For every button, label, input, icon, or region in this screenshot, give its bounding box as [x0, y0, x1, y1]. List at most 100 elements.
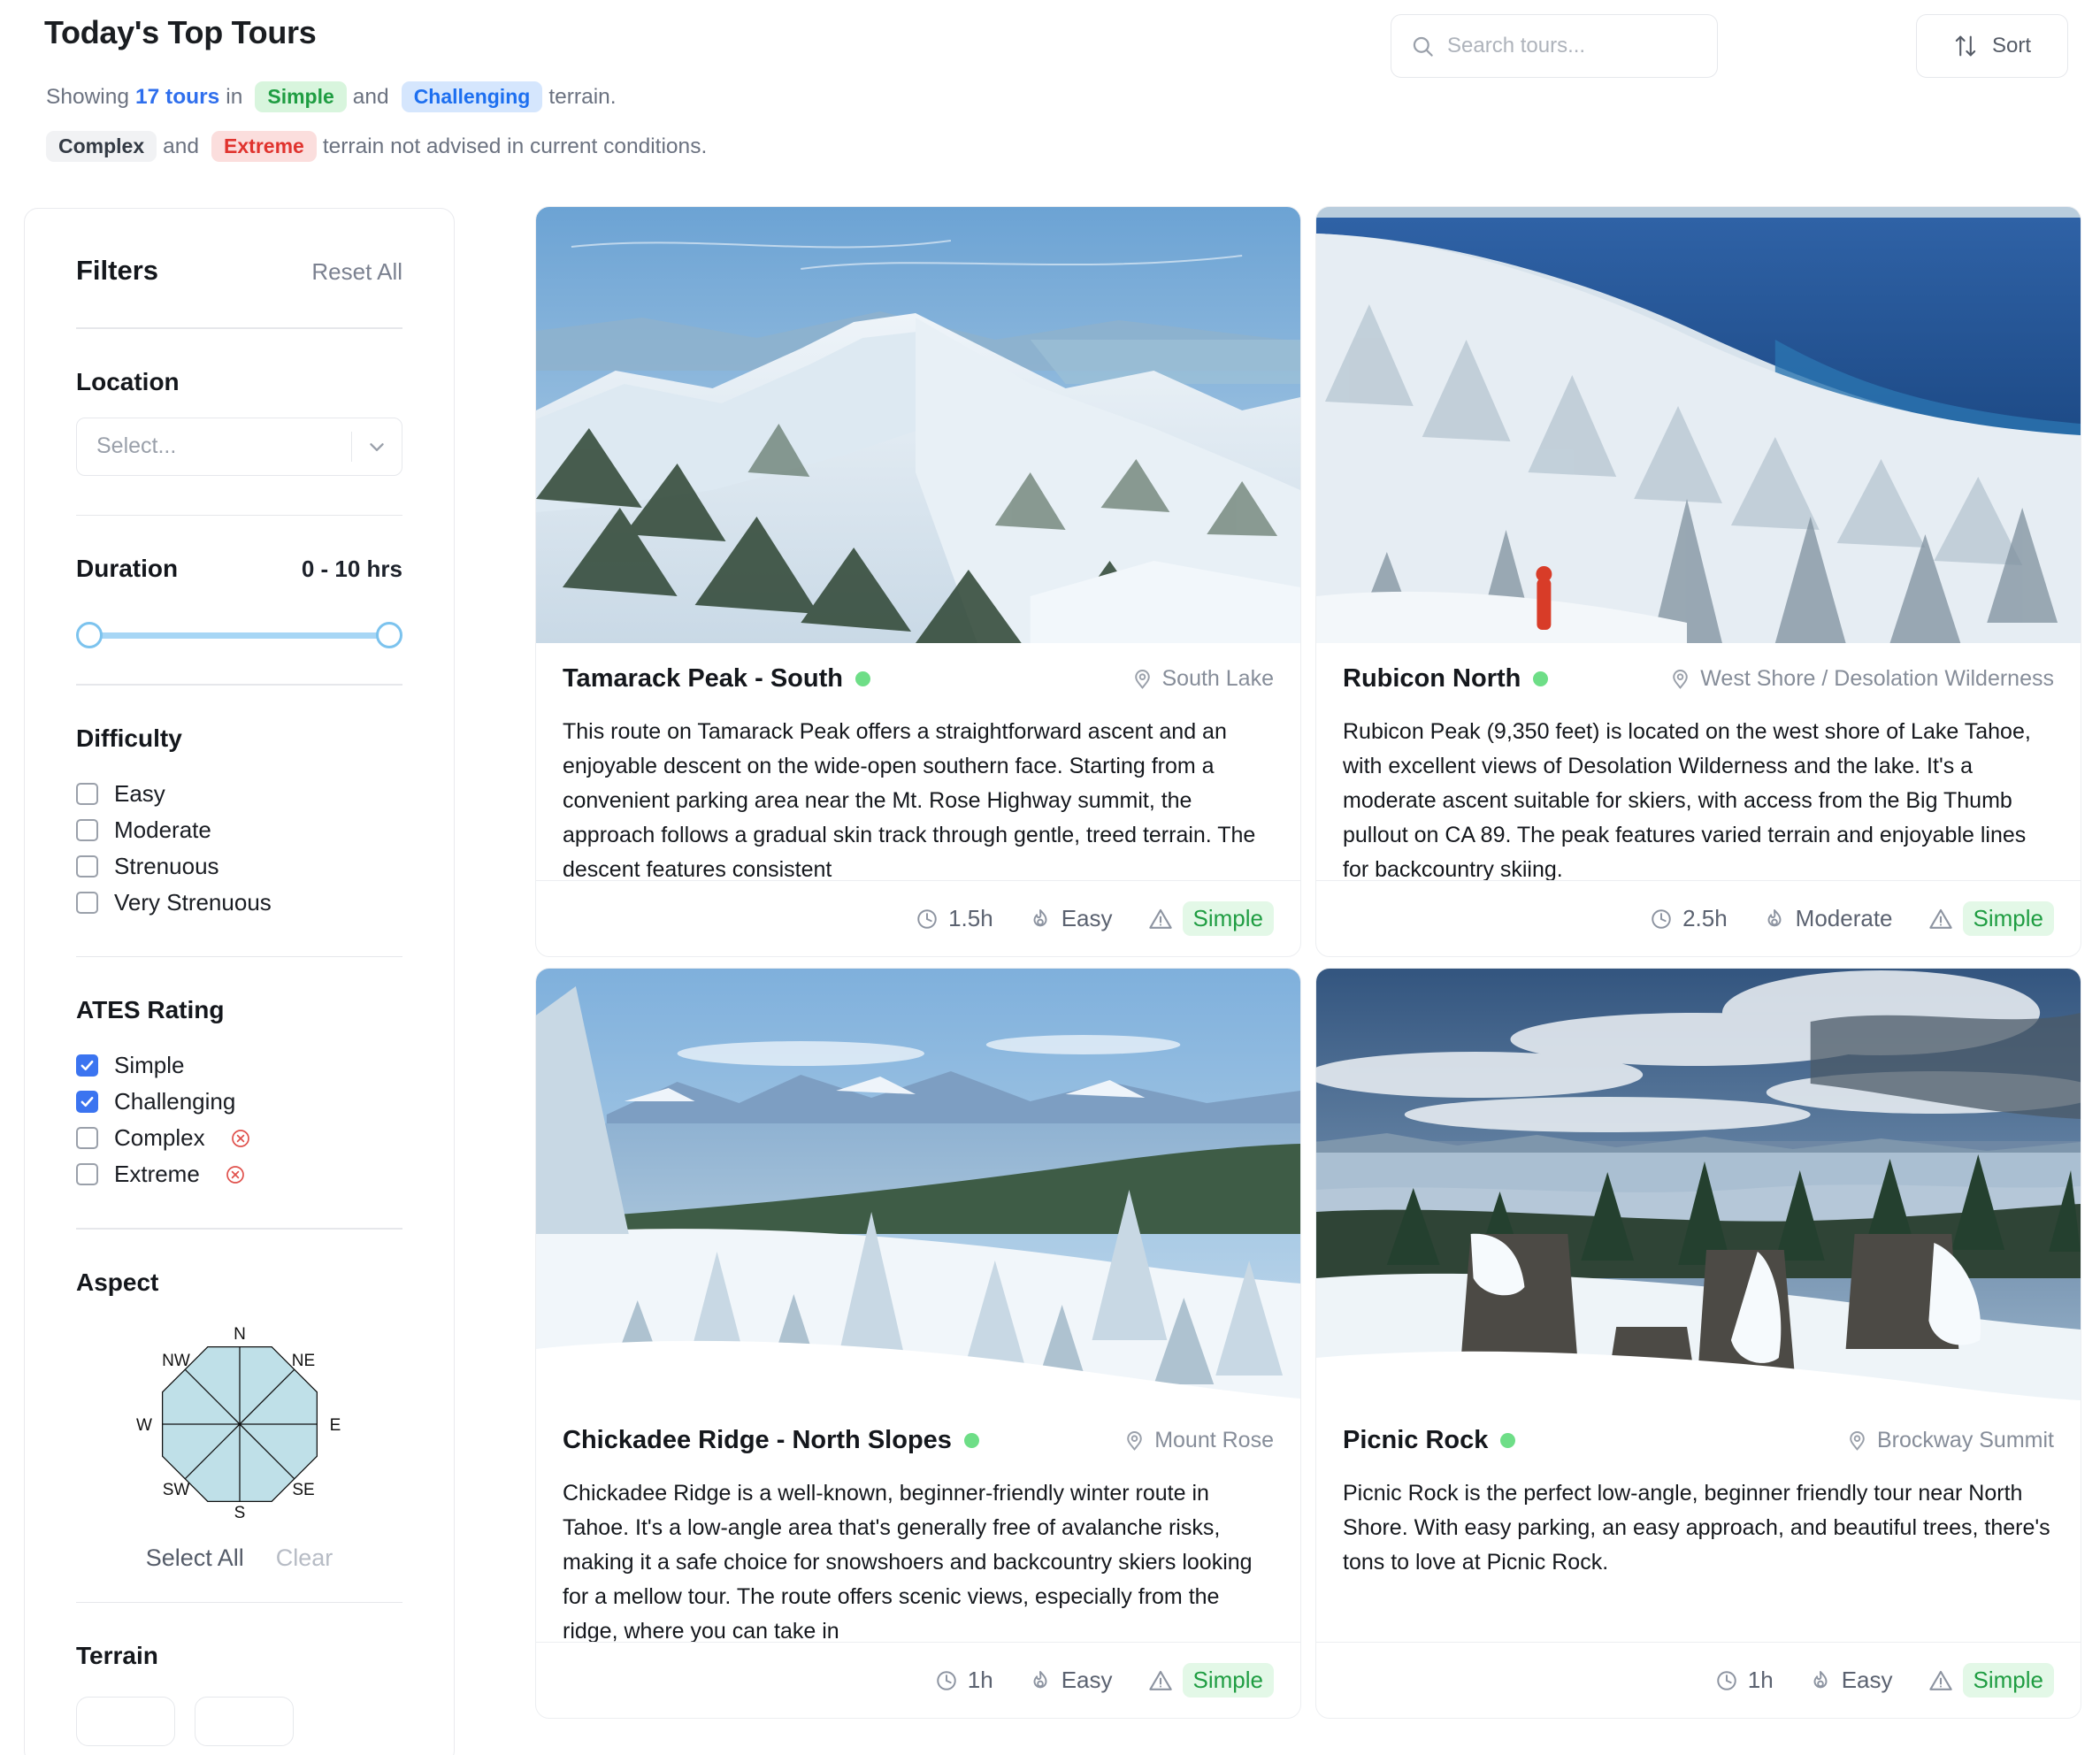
status-dot: [1500, 1433, 1516, 1448]
clock-icon: [916, 908, 939, 931]
results-summary-line-1: Showing 17 tours in Simple and Challengi…: [46, 81, 623, 112]
tour-location: South Lake: [1131, 666, 1274, 692]
tour-ates-chip: Simple: [1962, 1663, 2054, 1698]
tour-card-body: Rubicon North West Shore / Desolation Wi…: [1316, 643, 2081, 880]
difficulty-option-very-strenuous[interactable]: Very Strenuous: [76, 885, 402, 921]
tour-count: 17 tours: [134, 84, 220, 109]
tour-difficulty: Moderate: [1763, 905, 1893, 932]
tour-duration: 1h: [1715, 1667, 1774, 1694]
difficulty-option-moderate[interactable]: Moderate: [76, 812, 402, 848]
snowy-rock-outcrop-lake-photo: [1316, 969, 2081, 1405]
tour-card-footer: 2.5h Moderate Simple: [1316, 880, 2081, 956]
tour-description: Chickadee Ridge is a well-known, beginne…: [563, 1481, 1253, 1642]
compass-label-ne: NE: [291, 1352, 314, 1370]
terrain-pill-2[interactable]: [195, 1697, 294, 1746]
clock-icon: [935, 1669, 958, 1692]
slider-handle-min[interactable]: [76, 622, 103, 648]
terrain-pill-1[interactable]: [76, 1697, 175, 1746]
tour-location-text: Mount Rose: [1154, 1428, 1274, 1452]
not-advised-icon: [225, 1164, 246, 1185]
tour-card[interactable]: Chickadee Ridge - North Slopes Mount Ros…: [535, 968, 1301, 1719]
aspect-select-all-button[interactable]: Select All: [146, 1544, 244, 1572]
tour-card[interactable]: Tamarack Peak - South South Lake This ro…: [535, 206, 1301, 957]
flame-icon: [1809, 1669, 1832, 1692]
reset-all-button[interactable]: Reset All: [311, 258, 402, 286]
tour-card-footer: 1h Easy Simple: [1316, 1642, 2081, 1718]
chevron-down-icon[interactable]: [352, 435, 402, 458]
checkbox[interactable]: [76, 782, 98, 805]
tour-difficulty-text: Moderate: [1795, 905, 1893, 931]
tour-ates-chip: Simple: [1182, 901, 1274, 936]
duration-value: 0 - 10 hrs: [301, 556, 402, 582]
difficulty-option-easy[interactable]: Easy: [76, 776, 402, 812]
warning-triangle-icon: [1928, 1668, 1953, 1693]
search-input[interactable]: Search tours...: [1391, 14, 1718, 78]
tour-card-body: Chickadee Ridge - North Slopes Mount Ros…: [536, 1405, 1300, 1642]
filter-section-ates: ATES Rating Simple Challenging Complex E…: [76, 957, 402, 1192]
tag-complex: Complex: [46, 131, 157, 162]
tour-difficulty: Easy: [1029, 1667, 1113, 1694]
terrain-heading: Terrain: [76, 1642, 158, 1669]
filter-section-difficulty: Difficulty Easy Moderate Strenuous Very …: [76, 686, 402, 921]
tour-ates: Simple: [1148, 1663, 1274, 1698]
slider-track[interactable]: [83, 632, 395, 639]
compass-label-n: N: [234, 1325, 246, 1344]
location-select-value: Select...: [96, 433, 177, 458]
ates-option-challenging[interactable]: Challenging: [76, 1084, 402, 1120]
filter-section-duration: Duration 0 - 10 hrs: [76, 516, 402, 648]
tour-difficulty: Easy: [1809, 1667, 1893, 1694]
tour-difficulty-text: Easy: [1061, 1667, 1113, 1693]
checkbox-checked[interactable]: [76, 1091, 98, 1113]
tour-card-footer: 1.5h Easy Simple: [536, 880, 1300, 956]
tour-description: Rubicon Peak (9,350 feet) is located on …: [1343, 719, 2031, 880]
slider-handle-max[interactable]: [376, 622, 402, 648]
ates-heading: ATES Rating: [76, 996, 225, 1023]
tour-duration-text: 2.5h: [1682, 905, 1728, 931]
duration-range-slider[interactable]: [76, 622, 402, 648]
checkbox[interactable]: [76, 855, 98, 878]
option-label: Simple: [114, 1052, 185, 1078]
option-label: Extreme: [114, 1161, 200, 1187]
tour-description: This route on Tamarack Peak offers a str…: [563, 719, 1256, 880]
location-select[interactable]: Select...: [76, 417, 402, 476]
sort-label: Sort: [1991, 34, 2031, 57]
tour-ates-chip: Simple: [1182, 1663, 1274, 1698]
sort-button[interactable]: Sort: [1916, 14, 2068, 78]
checkbox[interactable]: [76, 1163, 98, 1185]
tour-ates-chip: Simple: [1962, 901, 2054, 936]
compass-label-s: S: [234, 1504, 245, 1522]
status-dot: [1533, 671, 1549, 686]
option-label: Strenuous: [114, 852, 219, 879]
tours-page: Today's Top Tours Showing 17 tours in Si…: [0, 0, 2100, 1755]
ates-option-complex[interactable]: Complex: [76, 1120, 402, 1156]
aspect-compass[interactable]: N NE E SE S SW W NW: [76, 1320, 402, 1523]
summary-suffix-2: terrain not advised in current condition…: [322, 134, 708, 158]
tour-title: Rubicon North: [1343, 664, 1521, 693]
status-dot: [963, 1433, 979, 1448]
aspect-clear-button[interactable]: Clear: [276, 1544, 333, 1572]
difficulty-option-strenuous[interactable]: Strenuous: [76, 848, 402, 885]
tag-challenging: Challenging: [401, 81, 543, 112]
tag-simple: Simple: [255, 81, 347, 112]
warning-triangle-icon: [1148, 1668, 1173, 1693]
ates-option-simple[interactable]: Simple: [76, 1047, 402, 1084]
search-icon: [1411, 34, 1435, 58]
tour-title: Tamarack Peak - South: [563, 664, 843, 693]
map-pin-icon: [1669, 668, 1691, 690]
checkbox-checked[interactable]: [76, 1054, 98, 1077]
tour-ates: Simple: [1148, 901, 1274, 936]
summary-and-label-1: and: [352, 84, 389, 109]
map-pin-icon: [1131, 668, 1153, 690]
snow-covered-pines-lake-photo: [536, 969, 1300, 1405]
flame-icon: [1029, 1669, 1052, 1692]
tour-card[interactable]: Picnic Rock Brockway Summit Picnic Rock …: [1315, 968, 2081, 1719]
option-label: Challenging: [114, 1088, 236, 1115]
checkbox[interactable]: [76, 891, 98, 914]
ates-option-extreme[interactable]: Extreme: [76, 1156, 402, 1192]
checkbox[interactable]: [76, 818, 98, 841]
tour-difficulty-text: Easy: [1841, 1667, 1893, 1693]
status-dot: [855, 671, 870, 686]
tour-card[interactable]: Rubicon North West Shore / Desolation Wi…: [1315, 206, 2081, 957]
tour-title: Chickadee Ridge - North Slopes: [563, 1426, 952, 1454]
checkbox[interactable]: [76, 1127, 98, 1149]
